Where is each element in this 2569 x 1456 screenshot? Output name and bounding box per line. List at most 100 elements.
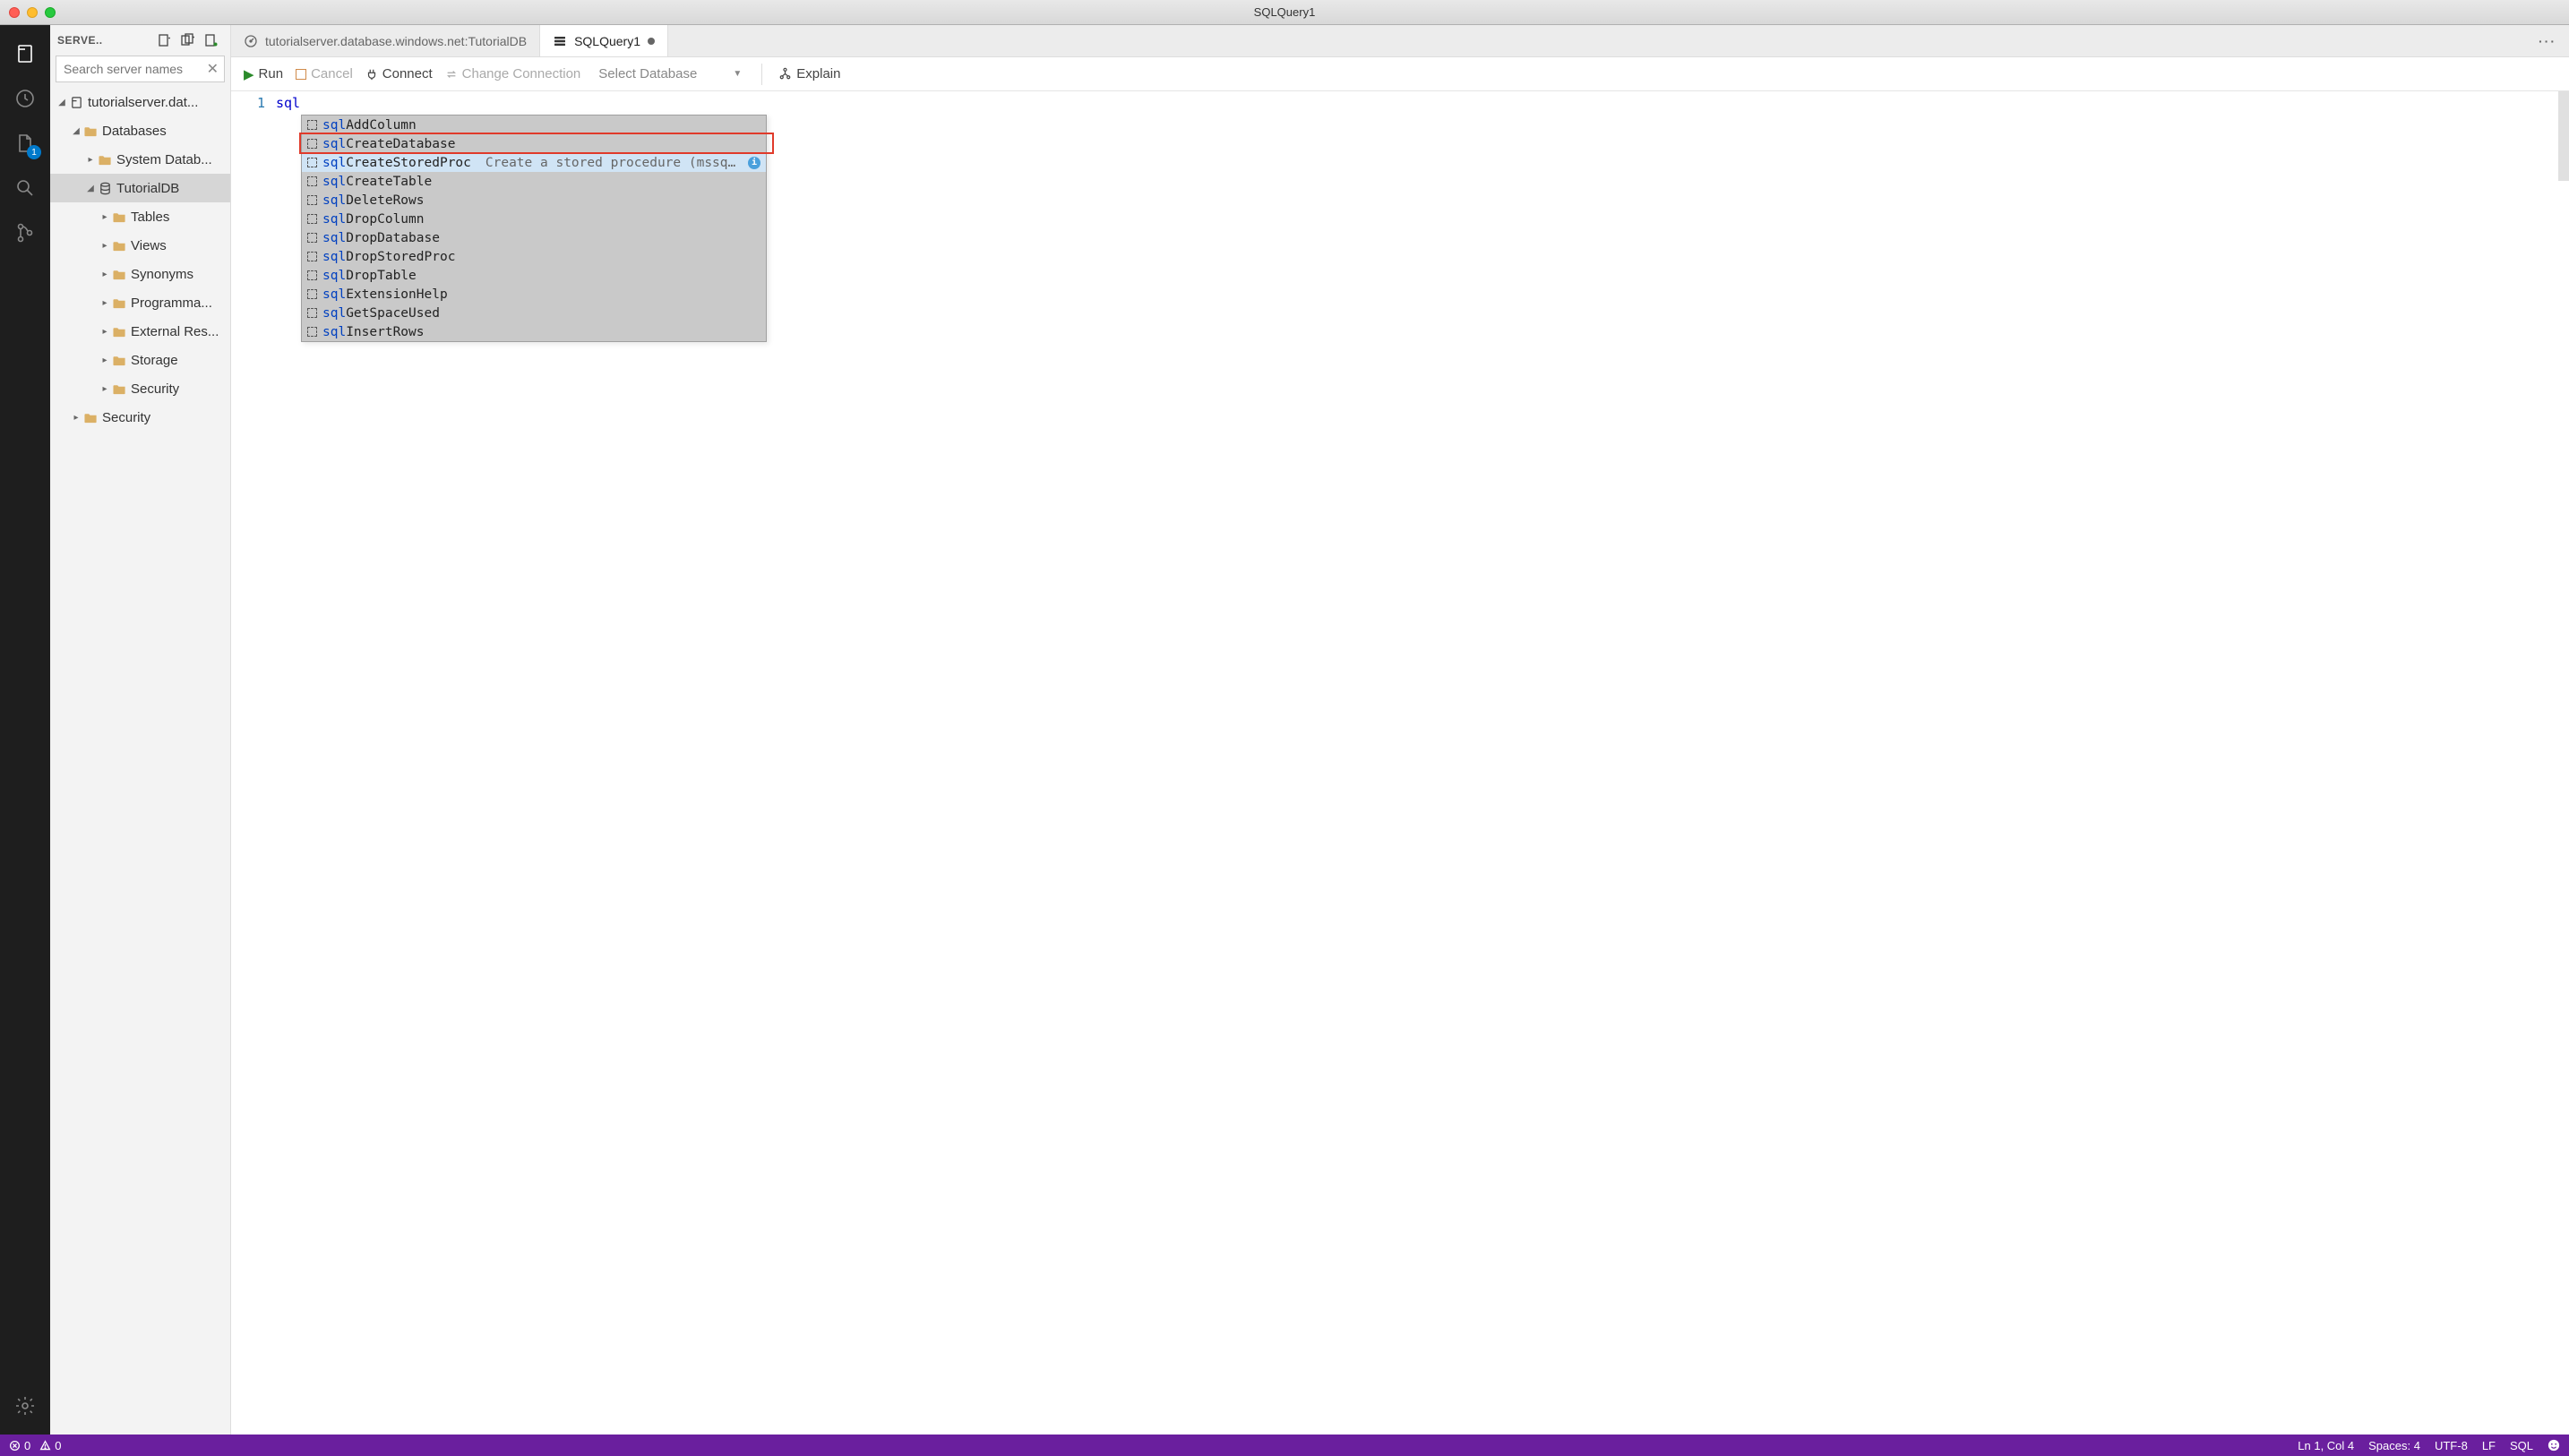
suggestion-item[interactable]: sqlCreateDatabase bbox=[302, 134, 766, 153]
suggestion-item[interactable]: sqlDropDatabase bbox=[302, 228, 766, 247]
swap-icon bbox=[445, 68, 458, 81]
db-icon bbox=[97, 182, 113, 195]
play-icon: ▶ bbox=[244, 66, 254, 82]
editor-tab[interactable]: tutorialserver.database.windows.net:Tuto… bbox=[231, 25, 540, 56]
tree-twisty-icon[interactable]: ▸ bbox=[99, 355, 111, 365]
suggestion-item[interactable]: sqlCreateStoredProcCreate a stored proce… bbox=[302, 153, 766, 172]
database-select[interactable]: Select Database ▼ bbox=[593, 64, 745, 83]
tree-twisty-icon[interactable]: ▸ bbox=[99, 241, 111, 251]
maximize-window-button[interactable] bbox=[45, 7, 56, 18]
vertical-scrollbar[interactable] bbox=[2558, 91, 2569, 181]
suggestion-item[interactable]: sqlAddColumn bbox=[302, 116, 766, 134]
tree-label: Storage bbox=[131, 353, 178, 368]
status-cursor[interactable]: Ln 1, Col 4 bbox=[2298, 1439, 2354, 1452]
separator bbox=[761, 64, 762, 85]
explorer-badge: 1 bbox=[27, 145, 41, 159]
suggestion-match: sql bbox=[322, 156, 346, 170]
suggestion-match: sql bbox=[322, 118, 346, 133]
snippet-icon bbox=[307, 233, 317, 243]
tree-twisty-icon[interactable]: ▸ bbox=[99, 270, 111, 279]
tree-twisty-icon[interactable]: ◢ bbox=[70, 126, 82, 136]
tree-row[interactable]: ▸System Datab... bbox=[50, 145, 230, 174]
status-feedback-icon[interactable] bbox=[2548, 1439, 2560, 1452]
tree-row[interactable]: ◢TutorialDB bbox=[50, 174, 230, 202]
settings-activity-icon[interactable] bbox=[5, 1386, 45, 1426]
tree-twisty-icon[interactable]: ◢ bbox=[56, 98, 68, 107]
status-encoding[interactable]: UTF-8 bbox=[2435, 1439, 2468, 1452]
status-indent[interactable]: Spaces: 4 bbox=[2368, 1439, 2420, 1452]
server-settings-icon[interactable] bbox=[200, 33, 223, 47]
suggestion-item[interactable]: sqlDeleteRows bbox=[302, 191, 766, 210]
servers-panel-header: SERVE.. bbox=[50, 25, 230, 56]
tree-twisty-icon[interactable]: ▸ bbox=[99, 298, 111, 308]
new-group-icon[interactable] bbox=[176, 33, 200, 47]
status-errors[interactable]: 0 bbox=[9, 1439, 30, 1452]
explain-button[interactable]: Explain bbox=[778, 66, 840, 81]
suggestion-item[interactable]: sqlDropColumn bbox=[302, 210, 766, 228]
tree-twisty-icon[interactable]: ▸ bbox=[99, 384, 111, 394]
suggestion-item[interactable]: sqlDropStoredProc bbox=[302, 247, 766, 266]
suggestion-rest: DeleteRows bbox=[346, 193, 424, 208]
suggestion-match: sql bbox=[322, 287, 346, 302]
tree-twisty-icon[interactable]: ◢ bbox=[84, 184, 97, 193]
suggestion-match: sql bbox=[322, 325, 346, 339]
explain-label: Explain bbox=[796, 66, 840, 81]
tab-overflow-button[interactable]: ··· bbox=[2526, 34, 2569, 48]
suggestion-description: Create a stored procedure (mssq… bbox=[485, 156, 743, 170]
suggestion-match: sql bbox=[322, 175, 346, 189]
info-icon[interactable]: i bbox=[748, 157, 760, 169]
new-connection-icon[interactable] bbox=[153, 33, 176, 47]
suggestion-item[interactable]: sqlGetSpaceUsed bbox=[302, 304, 766, 322]
code-editor[interactable]: 1 sql sqlAddColumnsqlCreateDatabasesqlCr… bbox=[231, 91, 2569, 1435]
explorer-activity-icon[interactable]: 1 bbox=[5, 124, 45, 163]
minimize-window-button[interactable] bbox=[27, 7, 38, 18]
tree-row[interactable]: ◢Databases bbox=[50, 116, 230, 145]
line-number: 1 bbox=[231, 95, 265, 111]
status-eol[interactable]: LF bbox=[2482, 1439, 2496, 1452]
status-language[interactable]: SQL bbox=[2510, 1439, 2533, 1452]
editor-area: tutorialserver.database.windows.net:Tuto… bbox=[231, 25, 2569, 1435]
change-connection-button[interactable]: Change Connection bbox=[445, 66, 581, 81]
tree-twisty-icon[interactable]: ▸ bbox=[70, 413, 82, 423]
tree-row[interactable]: ◢tutorialserver.dat... bbox=[50, 88, 230, 116]
suggestion-rest: DropTable bbox=[346, 269, 417, 283]
editor-tab[interactable]: SQLQuery1 bbox=[540, 25, 668, 56]
clear-search-icon[interactable]: ✕ bbox=[207, 60, 219, 78]
tree-twisty-icon[interactable]: ▸ bbox=[99, 327, 111, 337]
folder-icon bbox=[111, 210, 127, 224]
tree-row[interactable]: ▸ Storage bbox=[50, 346, 230, 374]
tree-label: Security bbox=[131, 381, 179, 397]
suggestion-match: sql bbox=[322, 269, 346, 283]
suggestion-rest: CreateTable bbox=[346, 175, 432, 189]
suggestion-item[interactable]: sqlExtensionHelp bbox=[302, 285, 766, 304]
tree-label: Security bbox=[102, 410, 150, 425]
server-search-input[interactable] bbox=[56, 56, 224, 81]
tree-twisty-icon[interactable]: ▸ bbox=[84, 155, 97, 165]
tree-row[interactable]: ▸Programma... bbox=[50, 288, 230, 317]
suggestion-item[interactable]: sqlDropTable bbox=[302, 266, 766, 285]
connect-button[interactable]: Connect bbox=[365, 66, 433, 81]
tree-row[interactable]: ▸External Res... bbox=[50, 317, 230, 346]
intellisense-popup[interactable]: sqlAddColumnsqlCreateDatabasesqlCreateSt… bbox=[301, 115, 767, 342]
suggestion-match: sql bbox=[322, 212, 346, 227]
servers-panel: SERVE.. ✕ ◢tutorialserver.dat...◢Databas… bbox=[50, 25, 231, 1435]
server-tree[interactable]: ◢tutorialserver.dat...◢Databases▸System … bbox=[50, 88, 230, 1435]
suggestion-item[interactable]: sqlCreateTable bbox=[302, 172, 766, 191]
task-history-activity-icon[interactable] bbox=[5, 79, 45, 118]
source-control-activity-icon[interactable] bbox=[5, 213, 45, 253]
tree-row[interactable]: ▸Tables bbox=[50, 202, 230, 231]
status-warnings[interactable]: 0 bbox=[39, 1439, 61, 1452]
suggestion-item[interactable]: sqlInsertRows bbox=[302, 322, 766, 341]
suggestion-match: sql bbox=[322, 250, 346, 264]
servers-activity-icon[interactable] bbox=[5, 34, 45, 73]
tree-row[interactable]: ▸Views bbox=[50, 231, 230, 260]
close-window-button[interactable] bbox=[9, 7, 20, 18]
tree-row[interactable]: ▸Synonyms bbox=[50, 260, 230, 288]
tree-row[interactable]: ▸ Security bbox=[50, 374, 230, 403]
editor-tabs: tutorialserver.database.windows.net:Tuto… bbox=[231, 25, 2569, 57]
search-activity-icon[interactable] bbox=[5, 168, 45, 208]
tree-twisty-icon[interactable]: ▸ bbox=[99, 212, 111, 222]
tree-row[interactable]: ▸ Security bbox=[50, 403, 230, 432]
cancel-button[interactable]: Cancel bbox=[296, 66, 353, 81]
run-button[interactable]: ▶ Run bbox=[244, 66, 283, 82]
